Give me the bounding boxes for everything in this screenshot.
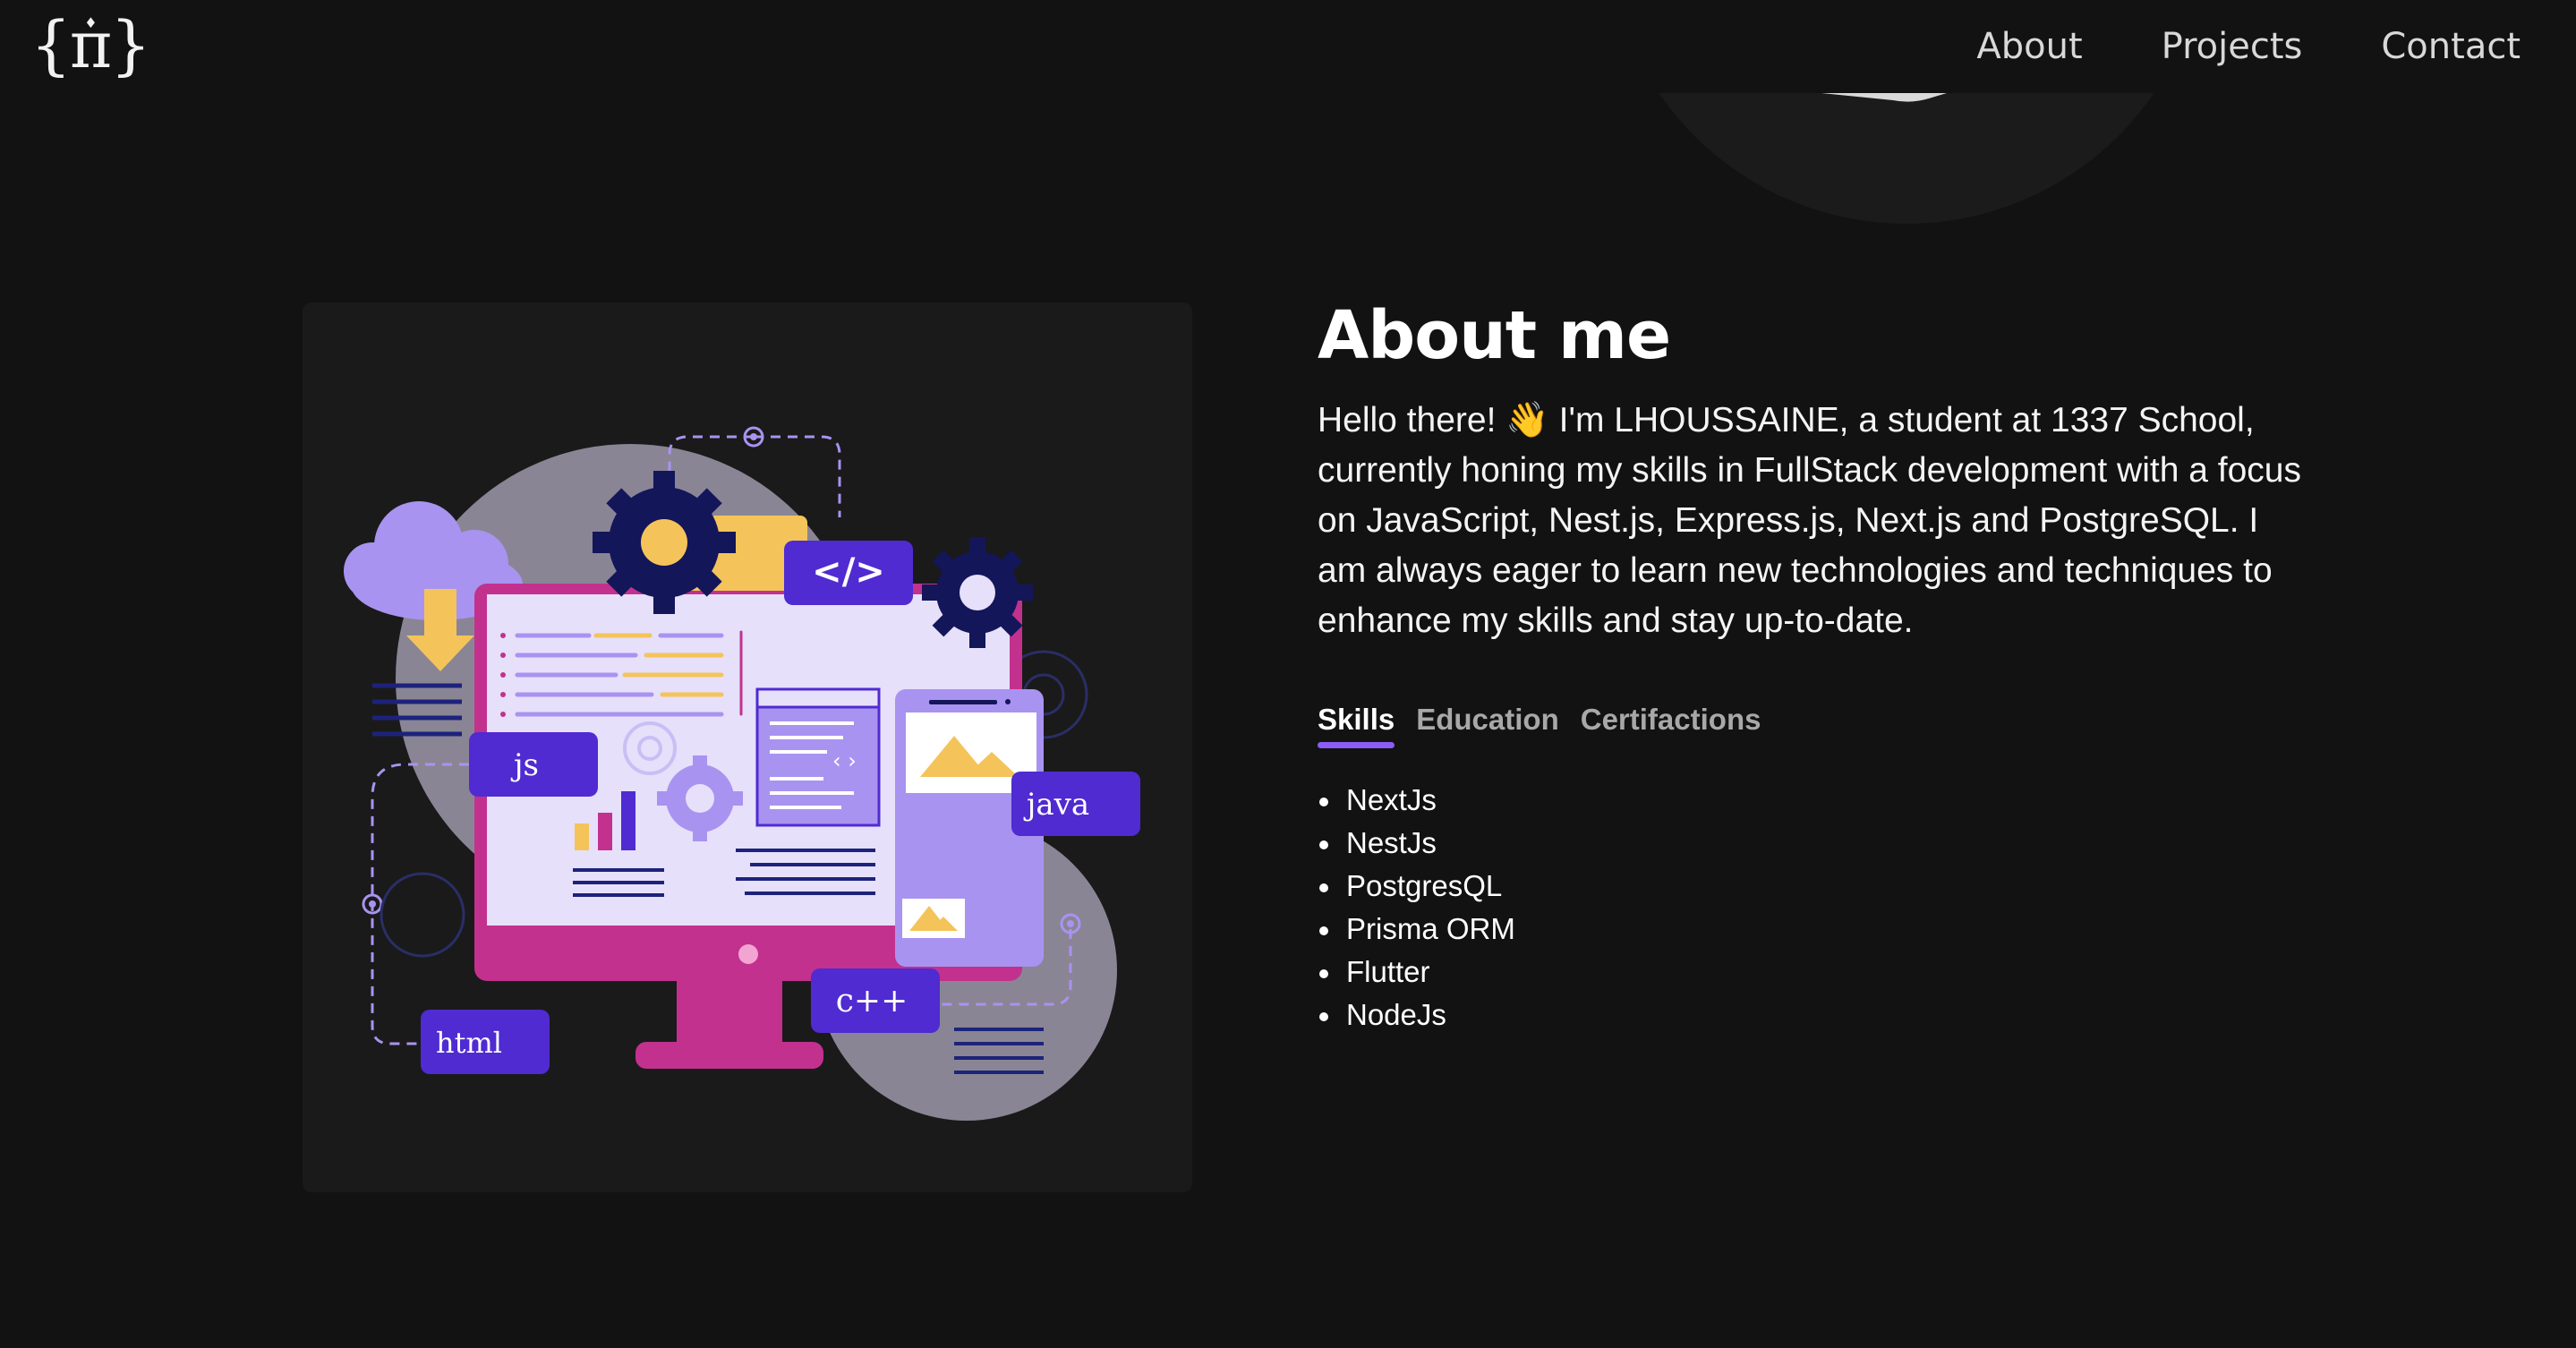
svg-text:</>: </> — [812, 551, 885, 593]
monitor-stand — [635, 976, 823, 1069]
svg-text:java: java — [1023, 787, 1089, 823]
nav-projects-link[interactable]: Projects — [2162, 20, 2303, 73]
tag-cpp: c++ — [811, 968, 940, 1033]
gem-icon: ♦ — [84, 14, 97, 31]
tag-js: js — [469, 732, 598, 797]
tag-java: java — [1011, 772, 1140, 836]
svg-text:js: js — [510, 747, 539, 783]
skills-list: NextJs NestJs PostgresQL Prisma ORM Flut… — [1318, 779, 2329, 1037]
skill-item: PostgresQL — [1319, 865, 2329, 908]
page: {♦ π} About Projects Contact ‹ › </> js … — [0, 0, 2576, 1348]
nav-contact-link[interactable]: Contact — [2381, 20, 2521, 73]
about-intro: Hello there! 👋 I'm LHOUSSAINE, a student… — [1318, 401, 2301, 640]
hero-avatar-edge — [1821, 93, 1947, 102]
code-window: ‹ › — [755, 687, 881, 827]
nav-links: About Projects Contact — [1976, 20, 2521, 73]
logo[interactable]: {♦ π} — [30, 7, 151, 82]
tab-certifactions[interactable]: Certifactions — [1581, 702, 1761, 748]
about-section: About me Hello there! 👋 I'm LHOUSSAINE, … — [1318, 295, 2329, 1051]
about-title: About me — [1318, 297, 1671, 374]
navbar: {♦ π} About Projects Contact — [0, 0, 2576, 93]
skill-item: NextJs — [1319, 779, 2329, 822]
tab-skills[interactable]: Skills — [1318, 702, 1395, 748]
tab-education[interactable]: Education — [1416, 702, 1559, 748]
svg-text:‹ ›: ‹ › — [832, 748, 857, 773]
skill-item: Prisma ORM — [1319, 908, 2329, 951]
skill-item: NestJs — [1319, 822, 2329, 865]
pi-symbol: ♦ π — [69, 7, 112, 82]
svg-text:c++: c++ — [836, 983, 908, 1020]
nav-about-link[interactable]: About — [1976, 20, 2082, 73]
svg-text:html: html — [436, 1026, 502, 1060]
skill-item: Flutter — [1319, 951, 2329, 994]
tag-html: html — [421, 1010, 550, 1074]
skill-item: NodeJs — [1319, 994, 2329, 1037]
about-illustration-card: ‹ › </> js java c++ html — [303, 303, 1192, 1192]
developer-illustration: ‹ › </> js java c++ html — [344, 426, 1140, 1121]
tag-code: </> — [784, 541, 913, 605]
about-tabs: Skills Education Certifactions — [1318, 702, 2329, 748]
gear-center — [641, 519, 687, 566]
